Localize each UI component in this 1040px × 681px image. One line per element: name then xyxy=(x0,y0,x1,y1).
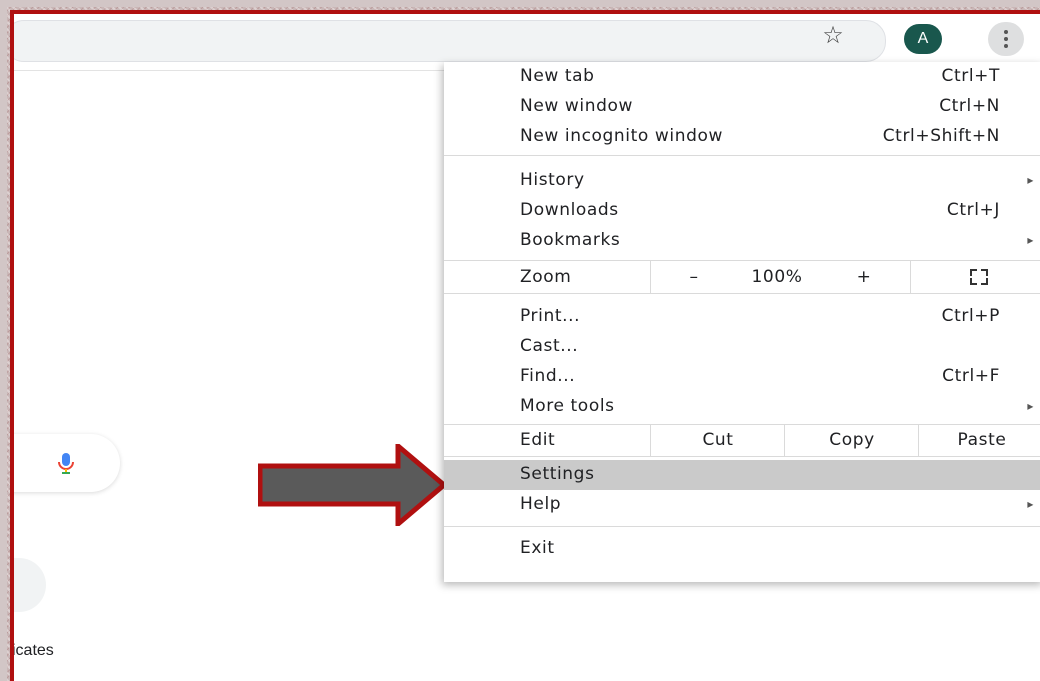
menu-item-label: Exit xyxy=(520,538,555,558)
menu-item-bookmarks[interactable]: Bookmarks ▸ xyxy=(444,226,1040,256)
submenu-arrow-icon: ▸ xyxy=(1027,497,1034,511)
edit-row: Edit Cut Copy Paste xyxy=(444,424,1040,456)
menu-item-label: Bookmarks xyxy=(520,230,621,250)
browser-window: ☆ A icates New tab Ctrl+T New window Ctr… xyxy=(10,10,1040,681)
menu-item-new-tab[interactable]: New tab Ctrl+T xyxy=(444,62,1040,92)
pointer-arrow-icon xyxy=(258,444,446,526)
menu-item-label: Settings xyxy=(520,464,595,484)
zoom-level: 100% xyxy=(751,267,803,287)
menu-item-help[interactable]: Help ▸ xyxy=(444,490,1040,520)
zoom-out-button[interactable]: – xyxy=(666,261,722,293)
menu-item-label: Help xyxy=(520,494,562,514)
zoom-label: Zoom xyxy=(520,267,572,287)
menu-item-more-tools[interactable]: More tools ▸ xyxy=(444,392,1040,422)
menu-item-label: History xyxy=(520,170,585,190)
menu-item-print[interactable]: Print... Ctrl+P xyxy=(444,302,1040,332)
address-bar[interactable] xyxy=(14,20,886,62)
shortcut-tile[interactable] xyxy=(14,558,46,612)
edit-label: Edit xyxy=(520,430,556,450)
menu-item-downloads[interactable]: Downloads Ctrl+J xyxy=(444,196,1040,226)
shortcut-label: icates xyxy=(12,642,54,659)
kebab-menu-icon[interactable] xyxy=(988,22,1024,56)
submenu-arrow-icon: ▸ xyxy=(1027,233,1034,247)
chrome-main-menu: New tab Ctrl+T New window Ctrl+N New inc… xyxy=(444,62,1040,582)
menu-item-history[interactable]: History ▸ xyxy=(444,166,1040,196)
menu-item-exit[interactable]: Exit xyxy=(444,534,1040,564)
submenu-arrow-icon: ▸ xyxy=(1027,399,1034,413)
menu-item-new-window[interactable]: New window Ctrl+N xyxy=(444,92,1040,122)
paste-button[interactable]: Paste xyxy=(918,424,1040,456)
menu-divider xyxy=(444,155,1040,156)
menu-item-find[interactable]: Find... Ctrl+F xyxy=(444,362,1040,392)
menu-item-label: Find... xyxy=(520,366,576,386)
zoom-divider xyxy=(910,261,911,293)
menu-item-shortcut: Ctrl+N xyxy=(939,96,1000,116)
copy-button[interactable]: Copy xyxy=(784,424,919,456)
menu-divider xyxy=(444,526,1040,527)
menu-item-label: More tools xyxy=(520,396,615,416)
menu-item-shortcut: Ctrl+T xyxy=(941,66,1000,86)
cut-button[interactable]: Cut xyxy=(650,424,785,456)
menu-item-shortcut: Ctrl+J xyxy=(946,200,1000,220)
menu-item-settings[interactable]: Settings xyxy=(444,460,1040,490)
star-icon[interactable]: ☆ xyxy=(820,22,846,48)
menu-item-label: Cast... xyxy=(520,336,579,356)
menu-item-new-incognito-window[interactable]: New incognito window Ctrl+Shift+N xyxy=(444,122,1040,152)
zoom-divider xyxy=(650,261,651,293)
menu-item-label: New tab xyxy=(520,66,595,86)
zoom-in-button[interactable]: + xyxy=(836,261,892,293)
menu-item-label: New window xyxy=(520,96,633,116)
fullscreen-icon xyxy=(970,269,988,285)
menu-item-label: New incognito window xyxy=(520,126,723,146)
menu-item-label: Downloads xyxy=(520,200,619,220)
search-box[interactable] xyxy=(14,434,120,492)
menu-item-shortcut: Ctrl+Shift+N xyxy=(882,126,1000,146)
menu-item-shortcut: Ctrl+F xyxy=(942,366,1000,386)
submenu-arrow-icon: ▸ xyxy=(1027,173,1034,187)
zoom-row: Zoom – 100% + xyxy=(444,261,1040,293)
microphone-icon[interactable] xyxy=(54,451,78,475)
menu-divider xyxy=(444,293,1040,294)
fullscreen-button[interactable] xyxy=(934,261,1024,293)
menu-divider xyxy=(444,456,1040,457)
menu-item-label: Print... xyxy=(520,306,581,326)
menu-item-shortcut: Ctrl+P xyxy=(941,306,1000,326)
profile-avatar[interactable]: A xyxy=(904,24,942,54)
menu-item-cast[interactable]: Cast... xyxy=(444,332,1040,362)
